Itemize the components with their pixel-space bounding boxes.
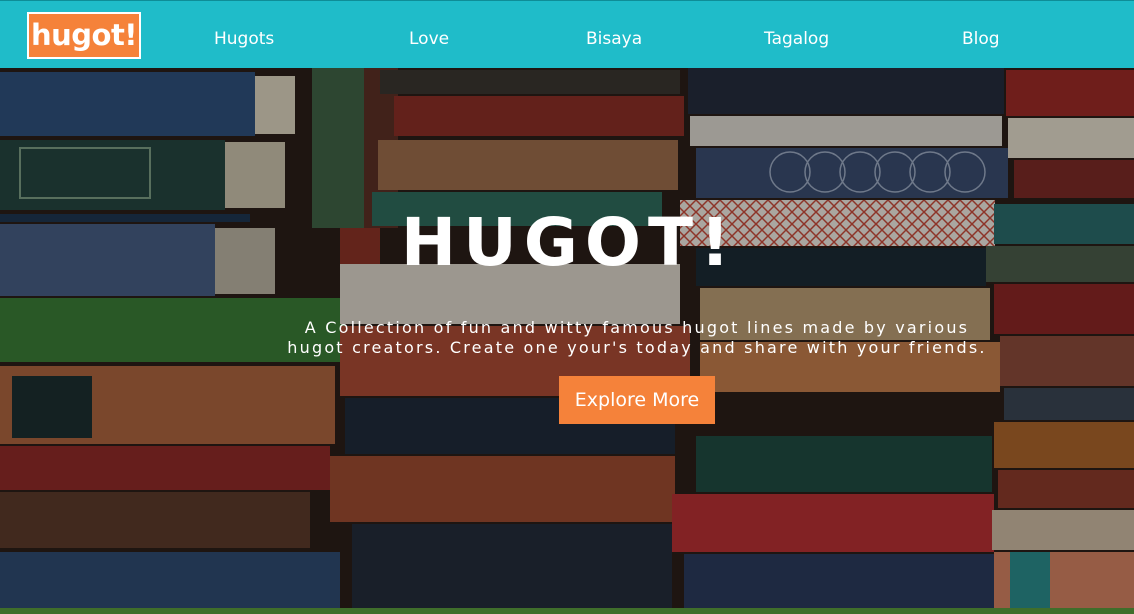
hero-subtitle-line-1: A Collection of fun and witty famous hug…: [304, 318, 970, 337]
hero-subtitle: A Collection of fun and witty famous hug…: [222, 318, 1052, 358]
nav-link-love[interactable]: Love: [409, 29, 449, 49]
explore-more-button[interactable]: Explore More: [559, 376, 715, 424]
nav-link-blog[interactable]: Blog: [962, 29, 1000, 49]
nav-link-bisaya[interactable]: Bisaya: [586, 29, 642, 49]
grass-strip: [0, 608, 1134, 614]
logo-link[interactable]: hugot!: [27, 12, 141, 59]
hero-section: HUGOT! A Collection of fun and witty fam…: [0, 68, 1134, 614]
hero-title: HUGOT!: [400, 204, 738, 281]
hero-subtitle-line-2: hugot creators. Create one your's today …: [287, 338, 987, 357]
nav-link-hugots[interactable]: Hugots: [214, 29, 274, 49]
nav-link-tagalog[interactable]: Tagalog: [764, 29, 829, 49]
top-navbar: hugot! Hugots Love Bisaya Tagalog Blog: [0, 0, 1134, 68]
